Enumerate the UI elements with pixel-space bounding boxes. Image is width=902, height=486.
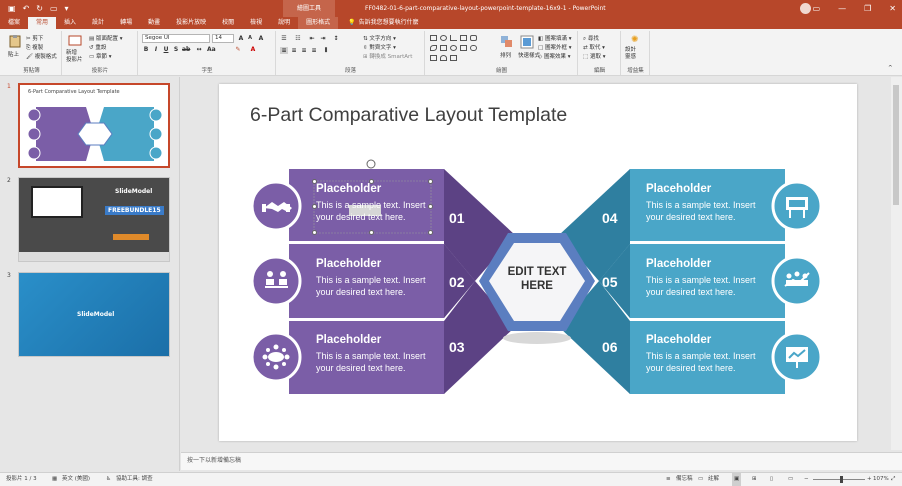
- status-bar: 投影片 1 / 3 ▦ 英文 (美國) ♿ 協助工具: 調查 ≡ 備忘稿 ▭ 註…: [0, 472, 902, 486]
- placeholder-05-heading[interactable]: Placeholder: [646, 258, 756, 270]
- placeholder-04-heading[interactable]: Placeholder: [646, 183, 756, 195]
- zoom-slider[interactable]: [813, 479, 865, 480]
- placeholder-06-body-c: your desired text here.: [646, 363, 736, 373]
- number-02[interactable]: 02: [449, 274, 465, 290]
- placeholder-04-body-c: your desired text here.: [646, 212, 736, 222]
- zoom-in-icon[interactable]: +: [867, 473, 872, 486]
- accessibility-status[interactable]: 協助工具: 調查: [116, 473, 153, 486]
- placeholder-01-heading[interactable]: Placeholder: [316, 183, 426, 195]
- placeholder-02[interactable]: Placeholder This is a sample text. Inser…: [316, 258, 426, 298]
- placeholder-04-body[interactable]: This is a sample text. Insert your desire…: [646, 199, 756, 223]
- resize-handle-r[interactable]: [428, 204, 433, 209]
- number-04[interactable]: 04: [602, 210, 618, 226]
- comments-toggle-icon[interactable]: ▭: [698, 473, 703, 486]
- fit-to-window-icon[interactable]: ⤢: [891, 473, 895, 486]
- slide-counter: 投影片 1 / 3: [6, 476, 37, 482]
- placeholder-02-body-a: This is a sample text. Insert: [316, 275, 426, 285]
- normal-view-icon[interactable]: ▣: [732, 473, 742, 486]
- placeholder-03-body-a: This is a sample text. Insert: [316, 351, 426, 361]
- number-03[interactable]: 03: [449, 339, 465, 355]
- number-01[interactable]: 01: [449, 210, 465, 226]
- placeholder-05-body[interactable]: This is a sample text. Insert your desire…: [646, 274, 756, 298]
- placeholder-04[interactable]: Placeholder This is a sample text. Inser…: [646, 183, 756, 223]
- resize-handle-bl[interactable]: [312, 230, 317, 235]
- placeholder-01-body-a: This is a: [316, 200, 353, 210]
- placeholder-03[interactable]: Placeholder This is a sample text. Inser…: [316, 334, 426, 374]
- placeholder-06[interactable]: Placeholder This is a sample text. Inser…: [646, 334, 756, 374]
- placeholder-01-body-b: text. Insert: [381, 200, 426, 210]
- spellcheck-icon[interactable]: ▦: [52, 473, 57, 486]
- resize-handle-br[interactable]: [428, 230, 433, 235]
- placeholder-01-body[interactable]: This is a sample text. Insert your desire…: [316, 199, 426, 223]
- slideshow-view-icon[interactable]: ▭: [788, 473, 793, 486]
- diagram-graphic: [250, 159, 823, 394]
- rotate-handle-icon[interactable]: [366, 159, 376, 169]
- placeholder-05-body-a: This is a sample text. Insert: [646, 275, 756, 285]
- resize-handle-tr[interactable]: [428, 179, 433, 184]
- zoom-out-icon[interactable]: −: [804, 473, 809, 486]
- notes-toggle-icon[interactable]: ≡: [666, 473, 671, 486]
- accessibility-icon[interactable]: ♿: [106, 473, 111, 486]
- number-05[interactable]: 05: [602, 274, 618, 290]
- placeholder-06-heading[interactable]: Placeholder: [646, 334, 756, 346]
- reading-view-icon[interactable]: ▯: [770, 473, 773, 486]
- comments-toggle[interactable]: 註解: [708, 473, 719, 486]
- placeholder-03-heading[interactable]: Placeholder: [316, 334, 426, 346]
- placeholder-03-body[interactable]: This is a sample text. Insert your desire…: [316, 350, 426, 374]
- placeholder-04-body-a: This is a sample text. Insert: [646, 200, 756, 210]
- hexagon-shadow: [503, 332, 571, 344]
- number-06[interactable]: 06: [602, 339, 618, 355]
- placeholder-02-heading[interactable]: Placeholder: [316, 258, 426, 270]
- language-status[interactable]: 英文 (美國): [62, 473, 90, 486]
- powerpoint-window: ▣ ↶ ↻ ▭ ▾ 繪圖工具 FF0482-01-6-part-comparat…: [0, 0, 902, 486]
- placeholder-05-body-c: your desired text here.: [646, 287, 736, 297]
- placeholder-01[interactable]: Placeholder This is a sample text. Inser…: [316, 183, 426, 223]
- placeholder-01-selected-word: sample: [352, 200, 382, 210]
- sorter-view-icon[interactable]: ⊞: [752, 473, 757, 486]
- zoom-level[interactable]: 107%: [873, 473, 889, 486]
- center-text[interactable]: EDIT TEXT HERE: [505, 265, 569, 293]
- placeholder-01-body-c: your desired text here.: [316, 212, 406, 222]
- circle-02: [250, 255, 302, 307]
- resize-handle-b[interactable]: [369, 230, 374, 235]
- placeholder-02-body-c: your desired text here.: [316, 287, 406, 297]
- zoom-slider-thumb[interactable]: [840, 476, 843, 483]
- notes-pane[interactable]: 按一下以新增備忘稿: [181, 452, 902, 470]
- placeholder-05[interactable]: Placeholder This is a sample text. Inser…: [646, 258, 756, 298]
- placeholder-02-body[interactable]: This is a sample text. Insert your desire…: [316, 274, 426, 298]
- placeholder-06-body-a: This is a sample text. Insert: [646, 351, 756, 361]
- placeholder-06-body[interactable]: This is a sample text. Insert your desire…: [646, 350, 756, 374]
- placeholder-03-body-c: your desired text here.: [316, 363, 406, 373]
- notes-toggle[interactable]: 備忘稿: [676, 473, 693, 486]
